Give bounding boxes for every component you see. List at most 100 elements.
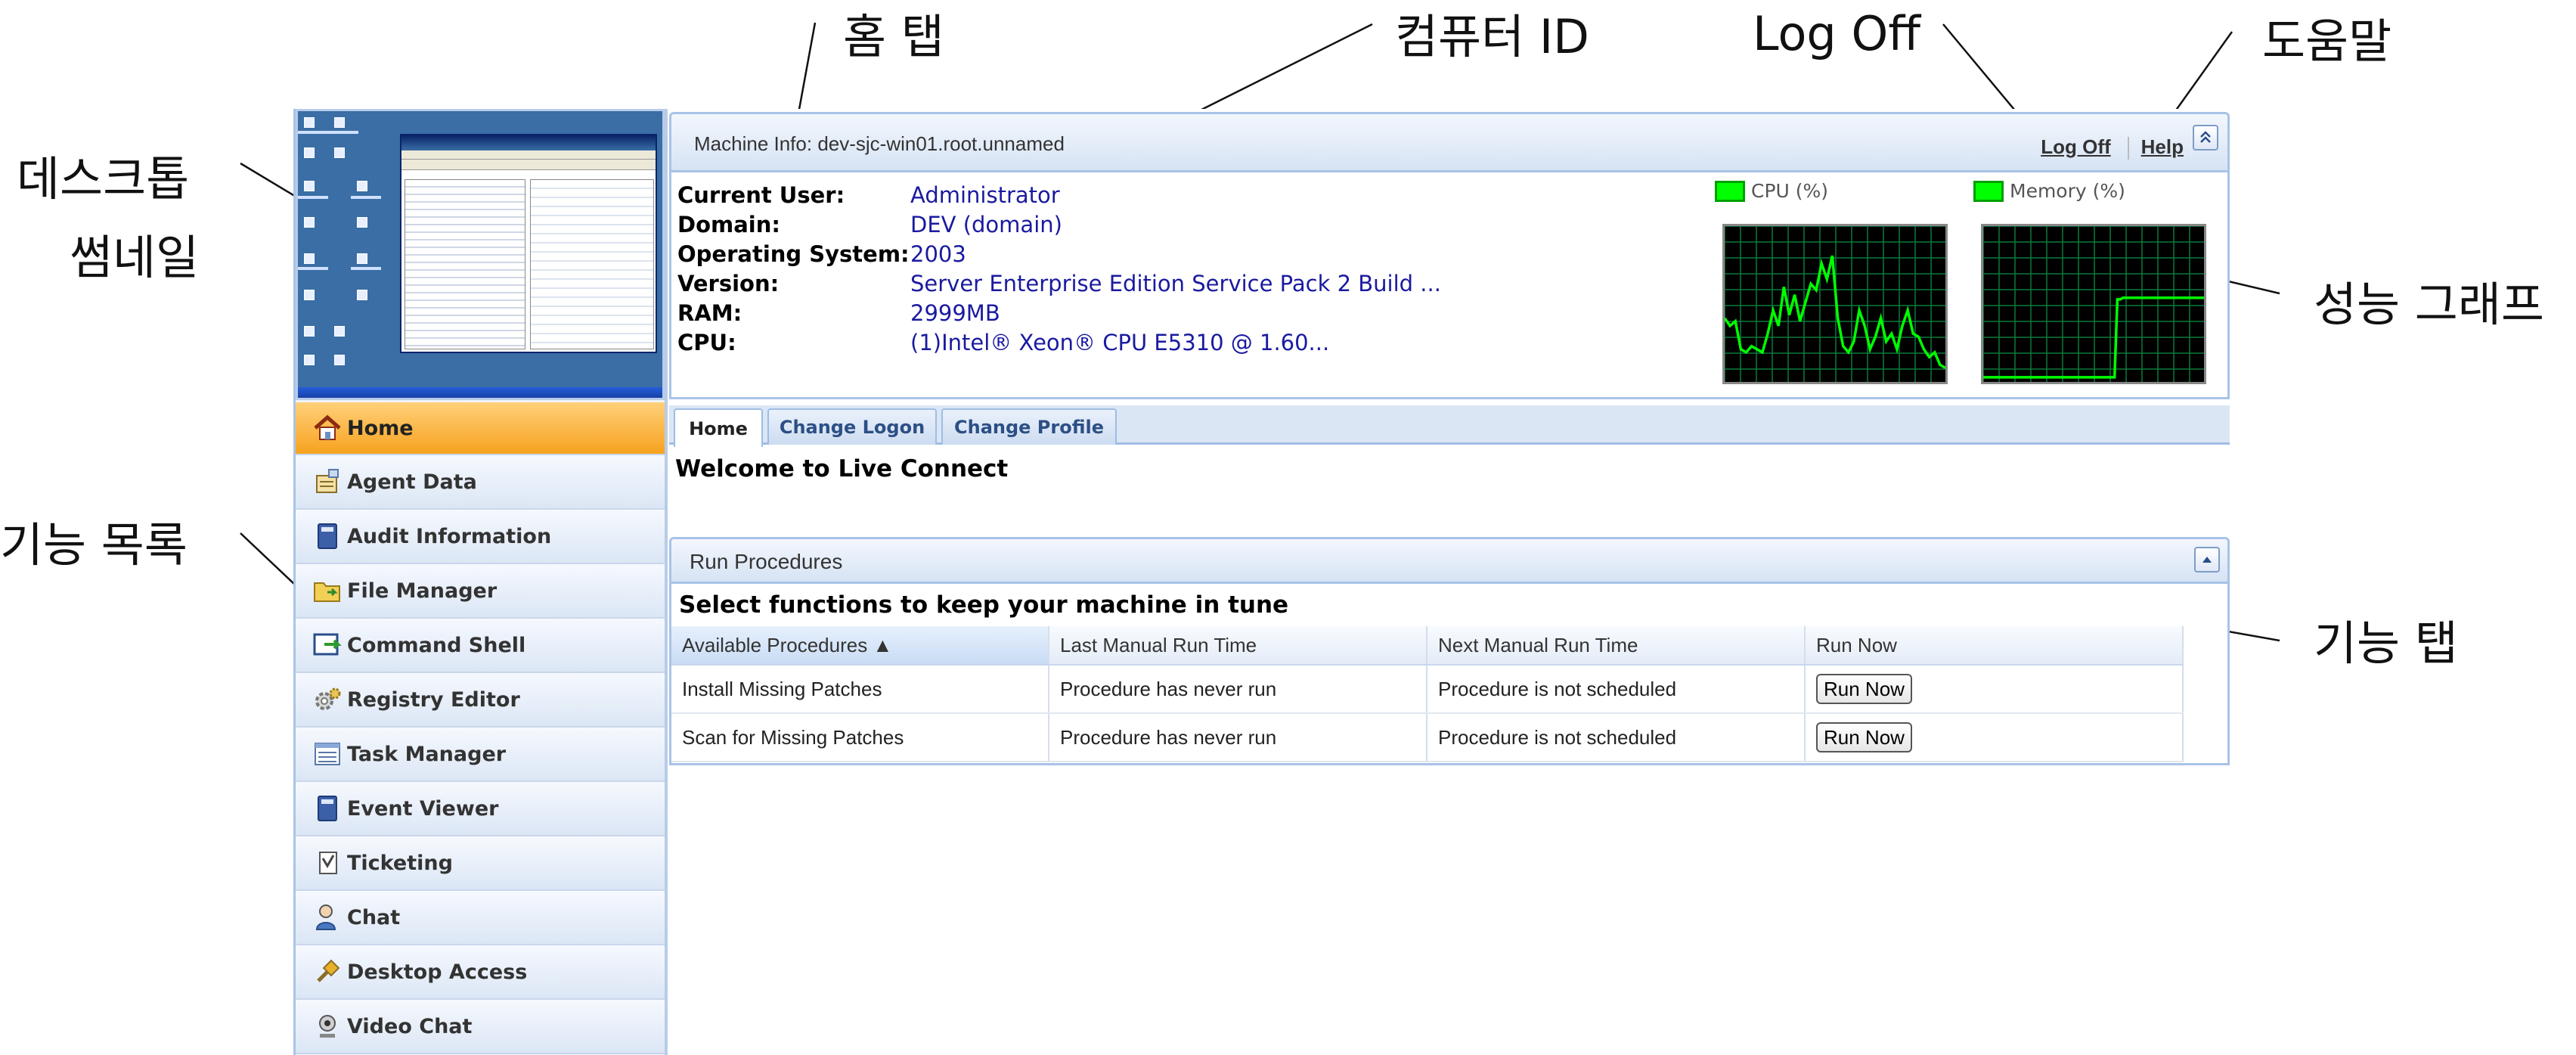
desktop-thumbnail[interactable]	[296, 109, 665, 400]
computer-id: Machine Info: dev-sjc-win01.root.unnamed	[694, 132, 1065, 155]
function-tabs: Home Change Logon Change Profile	[669, 405, 2230, 447]
command-shell-icon	[312, 630, 343, 660]
info-label: Current User:	[677, 182, 845, 208]
procedures-table: Available Procedures ▲ Last Manual Run T…	[671, 626, 2184, 762]
run-procedures-header: Run Procedures	[669, 537, 2230, 584]
chevron-up-icon	[2200, 131, 2211, 143]
cpu-legend-swatch	[1715, 180, 1745, 202]
link-divider	[2127, 137, 2129, 160]
info-row-ram: RAM: 2999MB	[677, 298, 1000, 328]
callout-function-tabs: 기능 탭	[2314, 616, 2458, 671]
thumbnail-explorer-window	[400, 134, 657, 353]
collapse-procedures-button[interactable]	[2194, 547, 2220, 572]
callout-performance-graph: 성능 그래프	[2314, 277, 2544, 332]
nav-item-label: Desktop Access	[347, 960, 528, 984]
info-label: Domain:	[677, 212, 780, 237]
info-label: RAM:	[677, 300, 742, 326]
sidebar: Home Agent Data Audit Information File M…	[296, 109, 668, 1055]
nav-item-label: Home	[347, 416, 414, 440]
callout-computer-id: 컴퓨터 ID	[1395, 9, 1589, 64]
book-icon	[312, 521, 343, 551]
info-label: Version:	[677, 271, 780, 296]
nav-item-audit-information[interactable]: Audit Information	[296, 510, 665, 564]
callout-home-tab: 홈 탭	[843, 9, 944, 64]
tab-change-profile[interactable]: Change Profile	[941, 408, 1117, 445]
machine-info-panel: Current User: Administrator Domain: DEV (d…	[669, 172, 2230, 399]
triangle-up-icon	[2202, 557, 2212, 563]
run-procedures-title: Run Procedures	[690, 550, 843, 573]
column-header-run-now[interactable]: Run Now	[1806, 626, 2184, 664]
main-panel: Machine Info: dev-sjc-win01.root.unnamed…	[669, 109, 2230, 1055]
nav-item-file-manager[interactable]: File Manager	[296, 564, 665, 619]
ticket-icon	[312, 848, 343, 878]
procedure-last-run: Procedure has never run	[1049, 714, 1427, 761]
column-header-available-procedures[interactable]: Available Procedures ▲	[671, 626, 1049, 664]
nav-item-registry-editor[interactable]: Registry Editor	[296, 673, 665, 728]
memory-graph-grid	[1983, 226, 2204, 382]
cpu-graph-line	[1725, 255, 1945, 370]
chat-user-icon	[312, 902, 343, 932]
nav-item-label: Audit Information	[347, 524, 552, 548]
info-value: 2999MB	[910, 300, 1000, 326]
folder-icon	[312, 576, 343, 606]
info-label: Operating System:	[677, 241, 910, 267]
info-row-current-user: Current User: Administrator	[677, 180, 1060, 210]
procedure-last-run: Procedure has never run	[1049, 666, 1427, 712]
nav-item-agent-data[interactable]: Agent Data	[296, 455, 665, 510]
function-list: Home Agent Data Audit Information File M…	[296, 402, 665, 1054]
nav-item-home[interactable]: Home	[296, 402, 665, 455]
info-row-cpu: CPU: (1)Intel® Xeon® CPU E5310 @ 1.60...	[677, 327, 1329, 358]
table-row: Scan for Missing Patches Procedure has n…	[671, 714, 2184, 762]
header-links: Log Off Help	[2023, 135, 2184, 160]
cpu-performance-graph	[1722, 224, 1948, 384]
memory-legend-swatch	[1973, 180, 2004, 202]
procedure-next-run: Procedure is not scheduled	[1427, 714, 1806, 761]
house-icon	[312, 413, 343, 443]
nav-item-desktop-access[interactable]: Desktop Access	[296, 945, 665, 1000]
procedure-run-cell: Run Now	[1806, 714, 2184, 761]
tab-home[interactable]: Home	[674, 408, 763, 447]
nav-item-label: Registry Editor	[347, 687, 520, 712]
info-value: Server Enterprise Edition Service Pack 2…	[910, 271, 1441, 296]
procedure-run-cell: Run Now	[1806, 666, 2184, 712]
callout-log-off: Log Off	[1753, 6, 1920, 61]
nav-item-chat[interactable]: Chat	[296, 891, 665, 945]
nav-item-task-manager[interactable]: Task Manager	[296, 728, 665, 782]
nav-item-label: Ticketing	[347, 851, 453, 875]
nav-item-ticketing[interactable]: Ticketing	[296, 836, 665, 891]
nav-item-event-viewer[interactable]: Event Viewer	[296, 782, 665, 836]
column-header-last-run[interactable]: Last Manual Run Time	[1049, 626, 1427, 664]
cpu-legend-label: CPU (%)	[1751, 180, 1829, 202]
run-now-button[interactable]: Run Now	[1816, 674, 1912, 704]
info-row-domain: Domain: DEV (domain)	[677, 209, 1062, 240]
memory-legend: Memory (%)	[1973, 180, 2125, 202]
log-off-link[interactable]: Log Off	[2041, 135, 2110, 158]
memory-performance-graph	[1981, 224, 2206, 384]
nav-item-command-shell[interactable]: Command Shell	[296, 619, 665, 673]
column-header-next-run[interactable]: Next Manual Run Time	[1427, 626, 1806, 664]
nav-item-label: Event Viewer	[347, 796, 499, 821]
nav-item-video-chat[interactable]: Video Chat	[296, 1000, 665, 1054]
help-link[interactable]: Help	[2141, 135, 2184, 158]
info-label: CPU:	[677, 330, 736, 355]
agent-data-icon	[312, 467, 343, 497]
welcome-heading: Welcome to Live Connect	[675, 455, 1009, 483]
run-procedures-panel: Select functions to keep your machine in…	[669, 584, 2230, 765]
run-now-button[interactable]: Run Now	[1816, 722, 1912, 752]
nav-item-label: Command Shell	[347, 633, 526, 657]
tab-change-logon[interactable]: Change Logon	[767, 408, 937, 445]
nav-item-label: Chat	[347, 905, 401, 929]
book-icon	[312, 793, 343, 824]
callout-desktop-thumbnail-line1: 데스크톱	[17, 151, 190, 206]
collapse-header-button[interactable]	[2193, 125, 2218, 150]
info-value: Administrator	[910, 182, 1060, 208]
info-row-operating-system: Operating System: 2003	[677, 239, 966, 269]
callout-function-list: 기능 목록	[0, 517, 188, 572]
memory-legend-label: Memory (%)	[2010, 180, 2125, 202]
info-value: DEV (domain)	[910, 212, 1062, 237]
nav-item-label: Task Manager	[347, 742, 507, 766]
task-list-icon	[312, 739, 343, 769]
info-value: (1)Intel® Xeon® CPU E5310 @ 1.60...	[910, 330, 1330, 355]
info-row-version: Version: Server Enterprise Edition Servic…	[677, 268, 1441, 299]
procedure-name: Scan for Missing Patches	[671, 714, 1049, 761]
